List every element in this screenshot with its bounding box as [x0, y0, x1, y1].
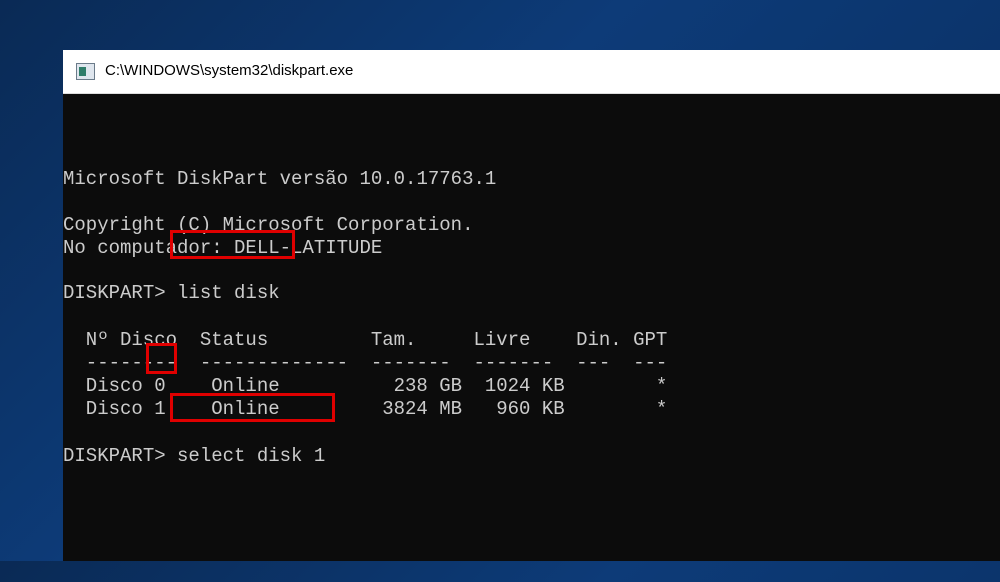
- highlight-list-disk: [170, 230, 295, 259]
- disk-label: Disco: [85, 398, 143, 420]
- highlight-select-disk: [170, 393, 335, 422]
- disk-size: 3824 MB: [382, 398, 463, 420]
- window-title: C:\WINDOWS\system32\diskpart.exe: [105, 62, 354, 79]
- separator: -------: [370, 352, 451, 374]
- disk-free: 960 KB: [496, 398, 565, 420]
- console-output[interactable]: Microsoft DiskPart versão 10.0.17763.1 C…: [63, 94, 1000, 561]
- highlight-disk-1: [146, 343, 177, 374]
- diskpart-window: C:\WINDOWS\system32\diskpart.exe Microso…: [63, 50, 1000, 561]
- table-row: Disco 0 Online 238 GB 1024 KB *: [63, 375, 763, 398]
- header-status: Status: [199, 329, 269, 351]
- prompt: DISKPART>: [63, 282, 166, 304]
- command-list-disk: list disk: [177, 282, 280, 304]
- disk-number: 0: [154, 375, 166, 397]
- separator: -------: [473, 352, 554, 374]
- disk-free: 1024 KB: [484, 375, 565, 397]
- disk-gpt: *: [655, 398, 668, 420]
- disk-size: 238 GB: [393, 375, 463, 397]
- header-gpt: GPT: [633, 329, 668, 351]
- separator: -------------: [199, 352, 349, 374]
- header-dyn: Din.: [576, 329, 622, 351]
- header-size: Tam.: [370, 329, 417, 351]
- prompt-line-2: DISKPART> select disk 1: [63, 445, 663, 468]
- prompt-line-1: DISKPART> list disk: [63, 282, 663, 305]
- disk-label: Disco: [85, 375, 143, 397]
- title-bar[interactable]: C:\WINDOWS\system32\diskpart.exe: [63, 50, 1000, 94]
- header-free: Livre: [473, 329, 531, 351]
- version-line: Microsoft DiskPart versão 10.0.17763.1: [63, 168, 497, 190]
- disk-number: 1: [154, 398, 166, 420]
- separator: ---: [633, 352, 668, 374]
- prompt: DISKPART>: [63, 445, 166, 467]
- console-app-icon: [76, 63, 95, 80]
- command-select-disk: select disk 1: [177, 445, 326, 467]
- table-row: Disco 1 Online 3824 MB 960 KB *: [63, 398, 763, 421]
- separator: ---: [576, 352, 611, 374]
- disk-gpt: *: [655, 375, 668, 397]
